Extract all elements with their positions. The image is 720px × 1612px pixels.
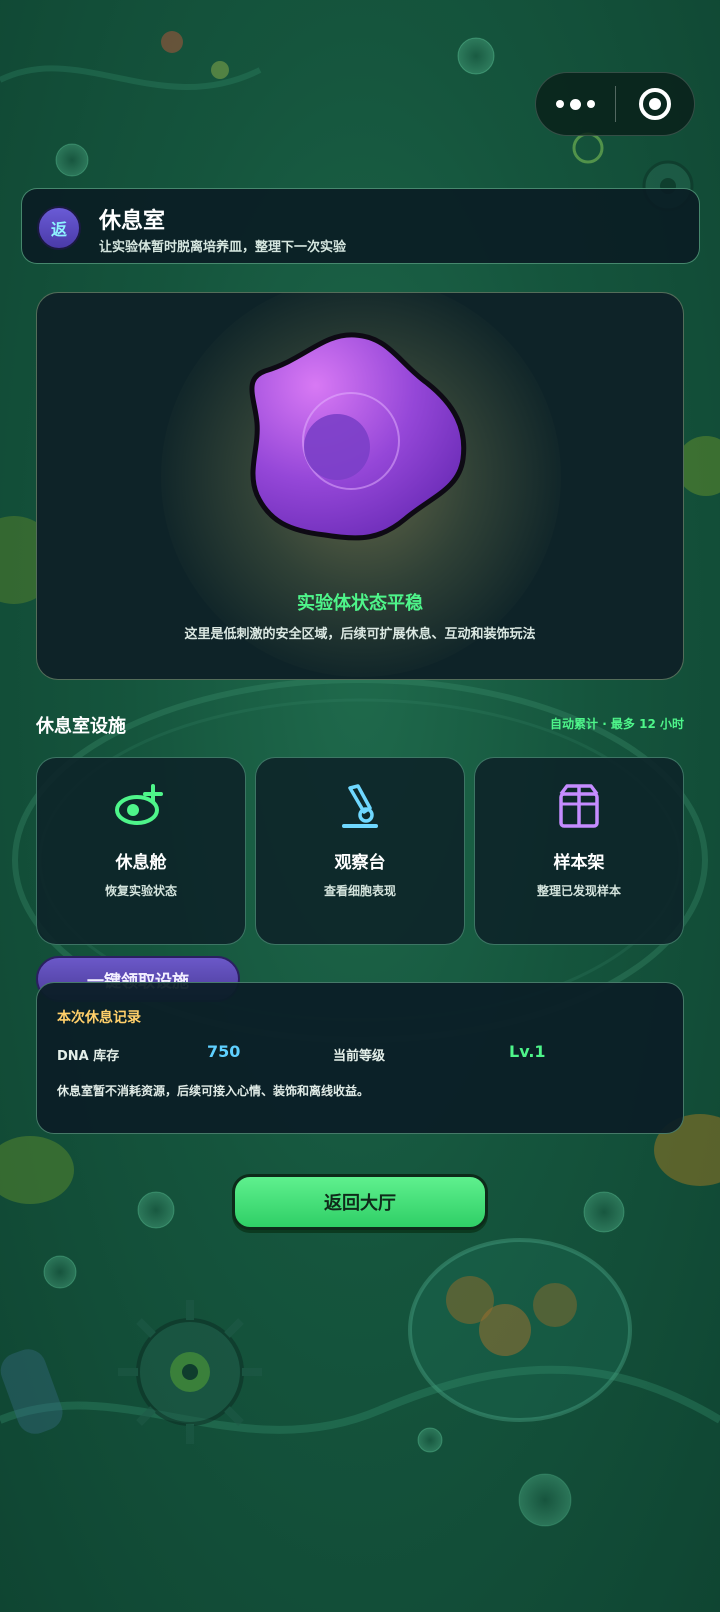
microscope-icon: [342, 784, 378, 828]
section-title: 休息室设施: [36, 716, 126, 737]
facility-card-sample-rack[interactable]: 样本架 整理已发现样本: [474, 757, 684, 945]
facility-name: 休息舱: [115, 853, 167, 873]
sample-box-icon: [559, 784, 599, 828]
more-dots-icon[interactable]: [536, 73, 615, 135]
facility-card-observation[interactable]: 观察台 查看细胞表现: [255, 757, 465, 945]
level-label: 当前等级: [333, 1049, 386, 1064]
rest-record-panel: 本次休息记录 DNA 库存 750 当前等级 Lv.1 休息室暂不消耗资源，后续…: [36, 982, 684, 1134]
level-value: Lv.1: [509, 1042, 546, 1061]
mini-program-capsule: [535, 72, 695, 136]
return-lobby-button[interactable]: 返回大厅: [232, 1174, 488, 1230]
record-title: 本次休息记录: [57, 1010, 141, 1026]
status-panel: 实验体状态平稳 这里是低刺激的安全区域，后续可扩展休息、互动和装饰玩法: [36, 292, 684, 680]
record-note: 休息室暂不消耗资源，后续可接入心情、装饰和离线收益。: [57, 1084, 370, 1098]
facility-card-rest-pod[interactable]: 休息舱 恢复实验状态: [36, 757, 246, 945]
section-note: 自动累计 · 最多 12 小时: [550, 717, 684, 731]
facility-desc: 整理已发现样本: [536, 884, 621, 898]
cell-creature-icon[interactable]: [37, 293, 684, 680]
target-circle-icon[interactable]: [616, 73, 695, 135]
facility-desc: 恢复实验状态: [104, 884, 177, 898]
back-button[interactable]: 返: [37, 206, 81, 250]
page-subtitle: 让实验体暂时脱离培养皿，整理下一次实验: [99, 240, 347, 255]
page-header: 返 休息室 让实验体暂时脱离培养皿，整理下一次实验: [21, 188, 700, 264]
facility-name: 样本架: [553, 853, 605, 873]
status-text: 实验体状态平稳: [297, 593, 423, 614]
status-description: 这里是低刺激的安全区域，后续可扩展休息、互动和装饰玩法: [184, 627, 536, 642]
dna-value: 750: [207, 1042, 241, 1061]
facility-desc: 查看细胞表现: [323, 884, 396, 898]
dna-label: DNA 库存: [57, 1049, 120, 1064]
facility-name: 观察台: [334, 853, 386, 873]
capsule-pod-icon: [115, 784, 163, 825]
page-title: 休息室: [99, 209, 166, 234]
